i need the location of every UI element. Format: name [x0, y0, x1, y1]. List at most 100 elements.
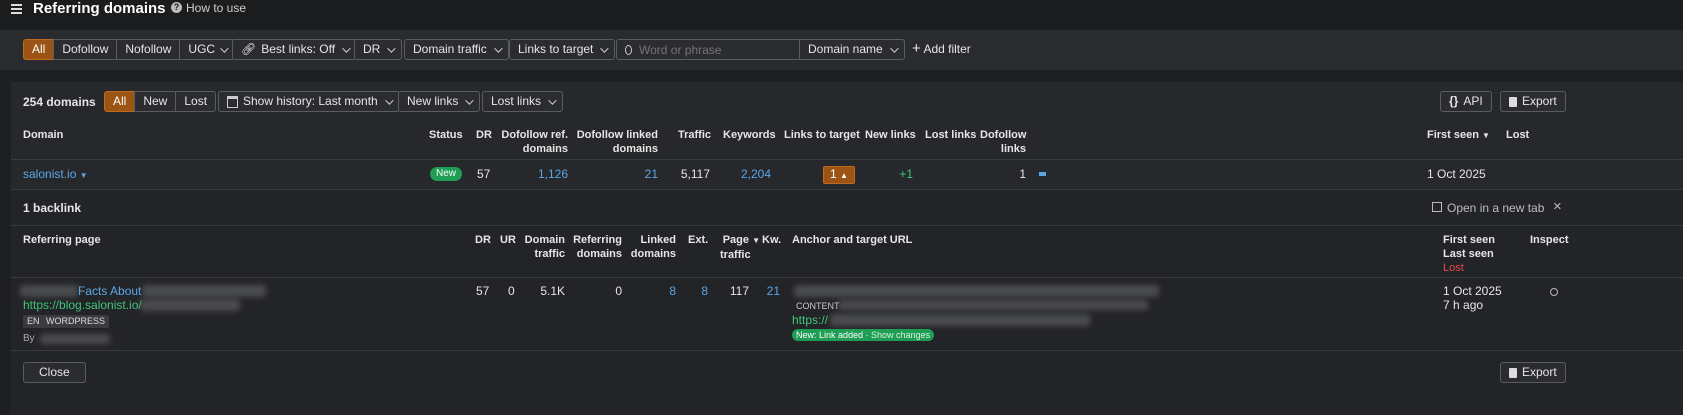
col-traffic[interactable]: Traffic [678, 128, 711, 142]
dofollow-ref-domains-value[interactable]: 1,126 [520, 167, 568, 181]
status-badge: New [430, 167, 463, 181]
inspect-search-icon[interactable] [1550, 288, 1558, 296]
col-keywords[interactable]: Keywords [723, 128, 776, 142]
col-lost-links[interactable]: Lost links [925, 128, 976, 142]
author-label: By [23, 333, 35, 344]
footer-export-label: Export [1522, 365, 1557, 379]
bl-linked-domains-value[interactable]: 8 [650, 284, 676, 298]
show-history-dropdown[interactable]: Show history: Last month [218, 91, 400, 112]
links-to-target-dropdown[interactable]: Links to target [509, 39, 616, 60]
close-button[interactable]: Close [23, 362, 86, 383]
redacted-text [794, 285, 1159, 297]
status-tab-lost[interactable]: Lost [175, 91, 217, 112]
col-bl-anchor[interactable]: Anchor and target URL [792, 233, 912, 247]
link-type-nofollow[interactable]: Nofollow [116, 39, 181, 60]
referring-page-url[interactable]: https://blog.salonist.io/ [23, 298, 142, 312]
redacted-text [140, 299, 240, 311]
col-dofollow-linked-domains[interactable]: Dofollow linked domains [570, 128, 658, 156]
how-to-use-link[interactable]: How to use [186, 1, 246, 15]
keywords-value[interactable]: 2,204 [730, 167, 771, 181]
link-type-all[interactable]: All [23, 39, 55, 60]
col-bl-ur[interactable]: UR [500, 233, 516, 247]
help-icon[interactable]: ? [171, 2, 182, 13]
redacted-text [40, 334, 110, 344]
search-input-wrap[interactable] [616, 39, 800, 60]
link-type-ugc[interactable]: UGC [179, 39, 236, 60]
backlinks-title: 1 backlink [23, 201, 82, 215]
bl-first-seen-value: 1 Oct 2025 [1443, 284, 1502, 298]
col-bl-linked-domains[interactable]: Linked domains [630, 233, 676, 261]
col-dofollow-links[interactable]: Dofollow links [980, 128, 1026, 156]
best-links-dropdown[interactable]: 🔗︎ Best links: Off [232, 39, 358, 60]
export-button[interactable]: Export [1500, 91, 1566, 112]
col-bl-domain-traffic[interactable]: Domain traffic [520, 233, 565, 261]
col-bl-seen[interactable]: First seen Last seen Lost [1443, 233, 1495, 275]
close-icon[interactable]: × [1553, 199, 1562, 215]
link-icon: 🔗︎ [241, 42, 257, 56]
cms-tag: WORDPRESS [42, 315, 110, 328]
show-changes-link[interactable]: Show changes [871, 330, 930, 340]
export-icon [1509, 367, 1517, 378]
bl-last-seen-value: 7 h ago [1443, 298, 1484, 312]
bl-dr-value: 57 [476, 284, 490, 298]
col-bl-page-traffic[interactable]: Page ▼ traffic [716, 233, 760, 262]
status-tab-new[interactable]: New [134, 91, 177, 112]
domain-link[interactable]: salonist.io ▼ [23, 167, 88, 183]
col-lost[interactable]: Lost [1506, 128, 1529, 142]
dofollow-linked-domains-value[interactable]: 21 [620, 167, 658, 181]
col-first-seen[interactable]: First seen ▼ [1427, 128, 1490, 143]
col-links-to-target[interactable]: Links to target [784, 128, 860, 142]
open-new-tab-link[interactable]: Open in a new tab [1432, 201, 1544, 215]
api-button[interactable]: {} API [1440, 91, 1492, 112]
col-bl-referring-domains[interactable]: Referring domains [572, 233, 622, 261]
domain-name-dropdown[interactable]: Domain name [799, 39, 905, 60]
link-type-dofollow[interactable]: Dofollow [53, 39, 118, 60]
links-to-target-toggle[interactable]: 1 ▲ [823, 166, 855, 184]
status-tab-all[interactable]: All [104, 91, 136, 112]
bl-ext-value[interactable]: 8 [690, 284, 708, 298]
content-tag: CONTENT [796, 301, 840, 311]
external-link-icon [1432, 202, 1442, 212]
col-bl-dr[interactable]: DR [475, 233, 491, 247]
bl-domain-traffic-value: 5.1K [540, 284, 565, 298]
col-bl-inspect[interactable]: Inspect [1530, 233, 1569, 247]
show-history-label: Show history: Last month [243, 94, 378, 108]
col-new-links[interactable]: New links [865, 128, 916, 142]
col-dr[interactable]: DR [476, 128, 492, 142]
bl-kw-value[interactable]: 21 [762, 284, 780, 298]
dr-dropdown[interactable]: DR [354, 39, 403, 60]
redacted-text [838, 300, 1148, 310]
col-domain[interactable]: Domain [23, 128, 63, 142]
col-referring-page[interactable]: Referring page [23, 233, 101, 247]
domain-name-label: Domain name [808, 42, 883, 56]
top-header [0, 0, 1683, 30]
new-links-value[interactable]: +1 [880, 167, 913, 181]
traffic-value: 5,117 [680, 167, 710, 181]
lost-links-dropdown[interactable]: Lost links [482, 91, 564, 112]
search-input[interactable] [637, 41, 791, 58]
referring-page-title[interactable]: Facts About [78, 284, 141, 298]
bl-page-traffic-value: 117 [729, 284, 749, 298]
braces-icon: {} [1449, 94, 1459, 108]
lang-tag: EN [23, 315, 44, 328]
menu-icon[interactable] [11, 4, 22, 14]
add-filter-button[interactable]: + Add filter [912, 41, 971, 57]
domain-traffic-dropdown[interactable]: Domain traffic [404, 39, 509, 60]
caret-down-icon: ▼ [79, 171, 88, 180]
new-links-dropdown[interactable]: New links [398, 91, 481, 112]
search-icon [625, 44, 632, 55]
status-tabs[interactable]: All New Lost [104, 91, 217, 112]
change-badge[interactable]: New: Link added · Show changes [792, 329, 935, 341]
target-url[interactable]: https:// [792, 313, 828, 327]
col-bl-ext[interactable]: Ext. [688, 233, 708, 247]
col-bl-kw[interactable]: Kw. [762, 233, 781, 247]
footer-export-button[interactable]: Export [1500, 362, 1566, 383]
col-status[interactable]: Status [429, 128, 463, 142]
col-dofollow-ref-domains[interactable]: Dofollow ref. domains [498, 128, 568, 156]
redacted-text [142, 285, 266, 297]
domain-count: 254 domains [23, 95, 96, 109]
divider [11, 159, 1683, 160]
link-type-filter[interactable]: All Dofollow Nofollow UGC [23, 39, 236, 60]
domain-traffic-label: Domain traffic [413, 42, 487, 56]
chevron-up-icon: ▲ [840, 171, 848, 180]
